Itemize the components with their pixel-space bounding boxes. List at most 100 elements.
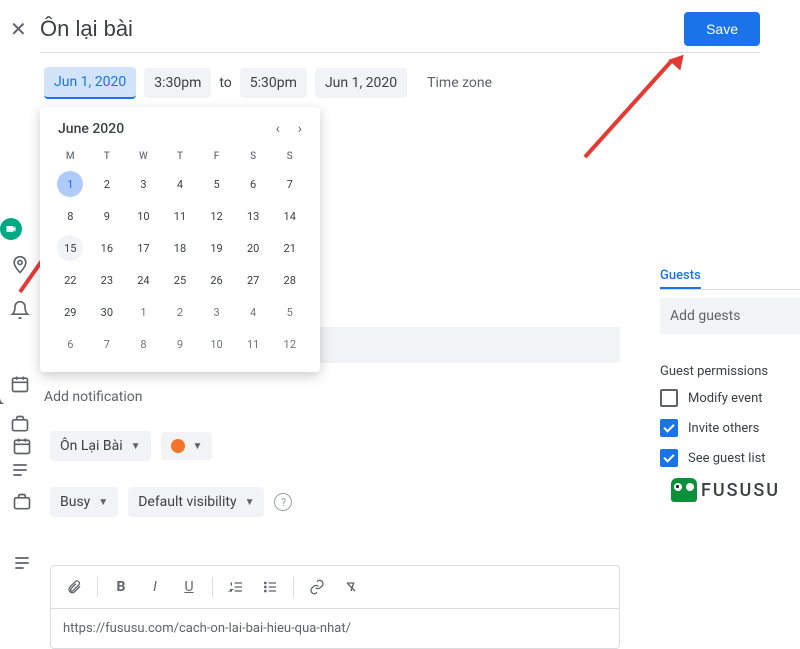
calendar-day[interactable]: 1 [57, 171, 83, 197]
bell-icon-gutter [10, 300, 30, 320]
video-call-badge-icon[interactable] [0, 218, 22, 240]
calendar-day[interactable]: 25 [167, 267, 193, 293]
visibility-select[interactable]: Default visibility▼ [128, 487, 264, 517]
invite-others-checkbox[interactable] [660, 419, 678, 437]
date-picker-popup: June 2020 ‹ › MTWTFSS1234567891011121314… [40, 107, 320, 372]
guest-permissions-label: Guest permissions [660, 364, 800, 379]
calendar-day[interactable]: 26 [204, 267, 230, 293]
calendar-day[interactable]: 11 [240, 331, 266, 357]
briefcase-icon [12, 492, 32, 512]
calendar-dow: F [198, 145, 235, 168]
calendar-day[interactable]: 22 [57, 267, 83, 293]
calendar-day[interactable]: 30 [94, 299, 120, 325]
calendar-day[interactable]: 24 [130, 267, 156, 293]
calendar-day[interactable]: 17 [130, 235, 156, 261]
calendar-day[interactable]: 11 [167, 203, 193, 229]
calendar-day[interactable]: 9 [167, 331, 193, 357]
calendar-dow: W [125, 145, 162, 168]
see-guest-list-checkbox[interactable] [660, 449, 678, 467]
brand-logo: FUSUSU [671, 478, 780, 502]
to-label: to [219, 75, 231, 91]
add-guests-input[interactable]: Add guests [660, 298, 800, 334]
calendar-day[interactable]: 3 [130, 171, 156, 197]
location-pin-icon [10, 255, 30, 275]
bullet-list-icon[interactable] [255, 572, 285, 602]
italic-icon[interactable]: I [140, 572, 170, 602]
calendar-day[interactable]: 4 [240, 299, 266, 325]
color-select[interactable]: ▼ [161, 432, 213, 460]
calendar-day[interactable]: 1 [130, 299, 156, 325]
calendar-day[interactable]: 10 [204, 331, 230, 357]
attach-icon[interactable] [59, 572, 89, 602]
start-date-chip[interactable]: Jun 1, 2020 [44, 67, 136, 99]
calendar-day[interactable]: 27 [240, 267, 266, 293]
availability-select[interactable]: Busy▼ [50, 487, 118, 517]
calendar-dow: T [162, 145, 199, 168]
end-time-chip[interactable]: 5:30pm [240, 68, 307, 98]
calendar-day[interactable]: 13 [240, 203, 266, 229]
calendar-day[interactable]: 2 [94, 171, 120, 197]
calendar-day[interactable]: 29 [57, 299, 83, 325]
calendar-dow: M [52, 145, 89, 168]
description-editor: B I U https://fususu.com/cach-on-lai-bai… [50, 565, 620, 649]
calendar-icon-gutter [10, 374, 30, 394]
calendar-dow: S [271, 145, 308, 168]
description-textarea[interactable]: https://fususu.com/cach-on-lai-bai-hieu-… [51, 609, 619, 648]
calendar-day[interactable]: 19 [204, 235, 230, 261]
bold-icon[interactable]: B [106, 572, 136, 602]
calendar-day[interactable]: 7 [94, 331, 120, 357]
start-time-chip[interactable]: 3:30pm [144, 68, 211, 98]
calendar-day[interactable]: 20 [240, 235, 266, 261]
event-title-input[interactable] [40, 12, 684, 46]
calendar-day[interactable]: 15 [57, 235, 83, 261]
calendar-day[interactable]: 23 [94, 267, 120, 293]
add-notification-link[interactable]: Add notification [40, 389, 620, 405]
help-icon[interactable]: ? [274, 493, 292, 511]
bell-icon [0, 389, 4, 409]
link-icon[interactable] [302, 572, 332, 602]
modify-event-label: Modify event [688, 391, 763, 406]
calendar-day[interactable]: 2 [167, 299, 193, 325]
timezone-link[interactable]: Time zone [427, 75, 492, 91]
description-icon-gutter [10, 460, 30, 480]
description-icon [12, 553, 32, 573]
calendar-dow: T [89, 145, 126, 168]
calendar-day[interactable]: 6 [57, 331, 83, 357]
calendar-day[interactable]: 7 [277, 171, 303, 197]
end-date-chip[interactable]: Jun 1, 2020 [315, 68, 407, 98]
calendar-dow: S [235, 145, 272, 168]
calendar-month-title: June 2020 [58, 121, 124, 137]
calendar-select[interactable]: Ôn Lại Bài▼ [50, 431, 151, 461]
calendar-day[interactable]: 14 [277, 203, 303, 229]
calendar-day[interactable]: 28 [277, 267, 303, 293]
calendar-day[interactable]: 5 [277, 299, 303, 325]
modify-event-checkbox[interactable] [660, 389, 678, 407]
numbered-list-icon[interactable] [221, 572, 251, 602]
tab-guests[interactable]: Guests [660, 268, 701, 289]
calendar-day[interactable]: 6 [240, 171, 266, 197]
calendar-day[interactable]: 18 [167, 235, 193, 261]
save-button[interactable]: Save [684, 12, 760, 46]
calendar-day[interactable]: 16 [94, 235, 120, 261]
calendar-day[interactable]: 3 [204, 299, 230, 325]
calendar-day[interactable]: 8 [130, 331, 156, 357]
see-guest-list-label: See guest list [688, 451, 766, 466]
clear-format-icon[interactable] [336, 572, 366, 602]
close-icon[interactable]: ✕ [10, 17, 40, 41]
owl-icon [671, 478, 697, 502]
calendar-day[interactable]: 8 [57, 203, 83, 229]
calendar-day[interactable]: 12 [277, 331, 303, 357]
briefcase-icon-gutter [10, 414, 30, 434]
invite-others-label: Invite others [688, 421, 759, 436]
calendar-day[interactable]: 4 [167, 171, 193, 197]
underline-icon[interactable]: U [174, 572, 204, 602]
calendar-day[interactable]: 21 [277, 235, 303, 261]
color-dot-icon [171, 439, 185, 453]
calendar-day[interactable]: 10 [130, 203, 156, 229]
calendar-day[interactable]: 9 [94, 203, 120, 229]
calendar-day[interactable]: 5 [204, 171, 230, 197]
prev-month-icon[interactable]: ‹ [276, 121, 280, 137]
calendar-day[interactable]: 12 [204, 203, 230, 229]
calendar-icon [12, 436, 32, 456]
next-month-icon[interactable]: › [298, 121, 302, 137]
